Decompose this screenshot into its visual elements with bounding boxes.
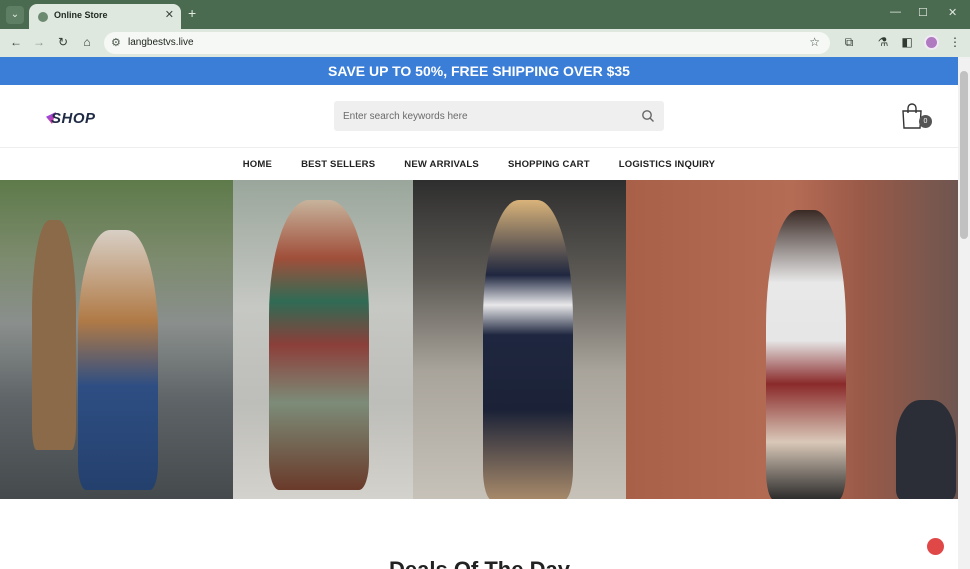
minimize-icon[interactable]: — <box>890 6 901 18</box>
address-bar[interactable]: ⚙ langbestvs.live ☆ <box>104 32 830 54</box>
bookmark-star-icon[interactable]: ☆ <box>809 35 820 49</box>
section-title: Deals Of The Day <box>389 557 570 569</box>
browser-tab-bar: ⌄ Online Store ✕ + — ☐ ✕ <box>0 0 970 29</box>
browser-tab[interactable]: Online Store ✕ <box>29 4 181 29</box>
search-icon[interactable] <box>641 109 655 123</box>
logo-text: SHOP <box>51 110 96 127</box>
maximize-icon[interactable]: ☐ <box>918 6 928 19</box>
page-viewport: SAVE UP TO 50%, FREE SHIPPING OVER $35 S… <box>0 57 958 569</box>
labs-flask-icon[interactable]: ⚗ <box>876 35 890 49</box>
profile-avatar[interactable] <box>924 35 939 50</box>
nav-item-logistics-inquiry[interactable]: LOGISTICS INQUIRY <box>619 159 715 170</box>
hero-banner[interactable] <box>0 180 958 499</box>
site-logo[interactable]: SHOP <box>46 108 106 130</box>
url-text: langbestvs.live <box>128 37 194 48</box>
tab-title: Online Store <box>54 10 108 20</box>
browser-toolbar: ← → ↻ ⌂ ⚙ langbestvs.live ☆ ⧉ ⚗ ◧ ⋮ <box>0 29 970 57</box>
close-window-icon[interactable]: ✕ <box>948 6 957 19</box>
reload-icon[interactable]: ↻ <box>56 35 70 49</box>
content-section: Deals Of The Day <box>0 499 958 569</box>
cart-button[interactable]: 0 <box>900 103 932 131</box>
hero-photo-street-duo <box>0 180 233 499</box>
more-menu-icon[interactable]: ⋮ <box>948 35 962 49</box>
home-icon[interactable]: ⌂ <box>80 35 94 49</box>
forward-icon[interactable]: → <box>32 35 46 49</box>
hero-photo-plaid-poncho <box>233 180 413 499</box>
nav-item-best-sellers[interactable]: BEST SELLERS <box>301 159 375 170</box>
nav-item-new-arrivals[interactable]: NEW ARRIVALS <box>404 159 479 170</box>
side-panel-icon[interactable]: ◧ <box>900 35 914 49</box>
hero-photo-striped-top <box>413 180 626 499</box>
close-icon[interactable]: ✕ <box>165 8 174 21</box>
promo-banner: SAVE UP TO 50%, FREE SHIPPING OVER $35 <box>0 57 958 85</box>
cart-count-badge: 0 <box>919 115 932 128</box>
chat-support-icon[interactable] <box>927 538 944 555</box>
plus-icon[interactable]: + <box>188 5 196 21</box>
chevron-down-icon[interactable]: ⌄ <box>6 6 24 24</box>
search-box <box>334 101 664 131</box>
nav-item-home[interactable]: HOME <box>243 159 272 170</box>
site-header: SHOP 0 <box>0 85 958 147</box>
page-scrollbar[interactable] <box>958 57 970 569</box>
back-icon[interactable]: ← <box>9 35 23 49</box>
main-nav: HOME BEST SELLERS NEW ARRIVALS SHOPPING … <box>0 147 958 180</box>
scroll-thumb[interactable] <box>960 71 968 239</box>
nav-item-shopping-cart[interactable]: SHOPPING CART <box>508 159 590 170</box>
extensions-icon[interactable]: ⧉ <box>842 35 856 50</box>
search-input[interactable] <box>343 101 633 131</box>
site-info-icon[interactable]: ⚙ <box>111 36 121 49</box>
hero-photo-plaid-skirt <box>626 180 958 499</box>
favicon-icon <box>38 12 48 22</box>
